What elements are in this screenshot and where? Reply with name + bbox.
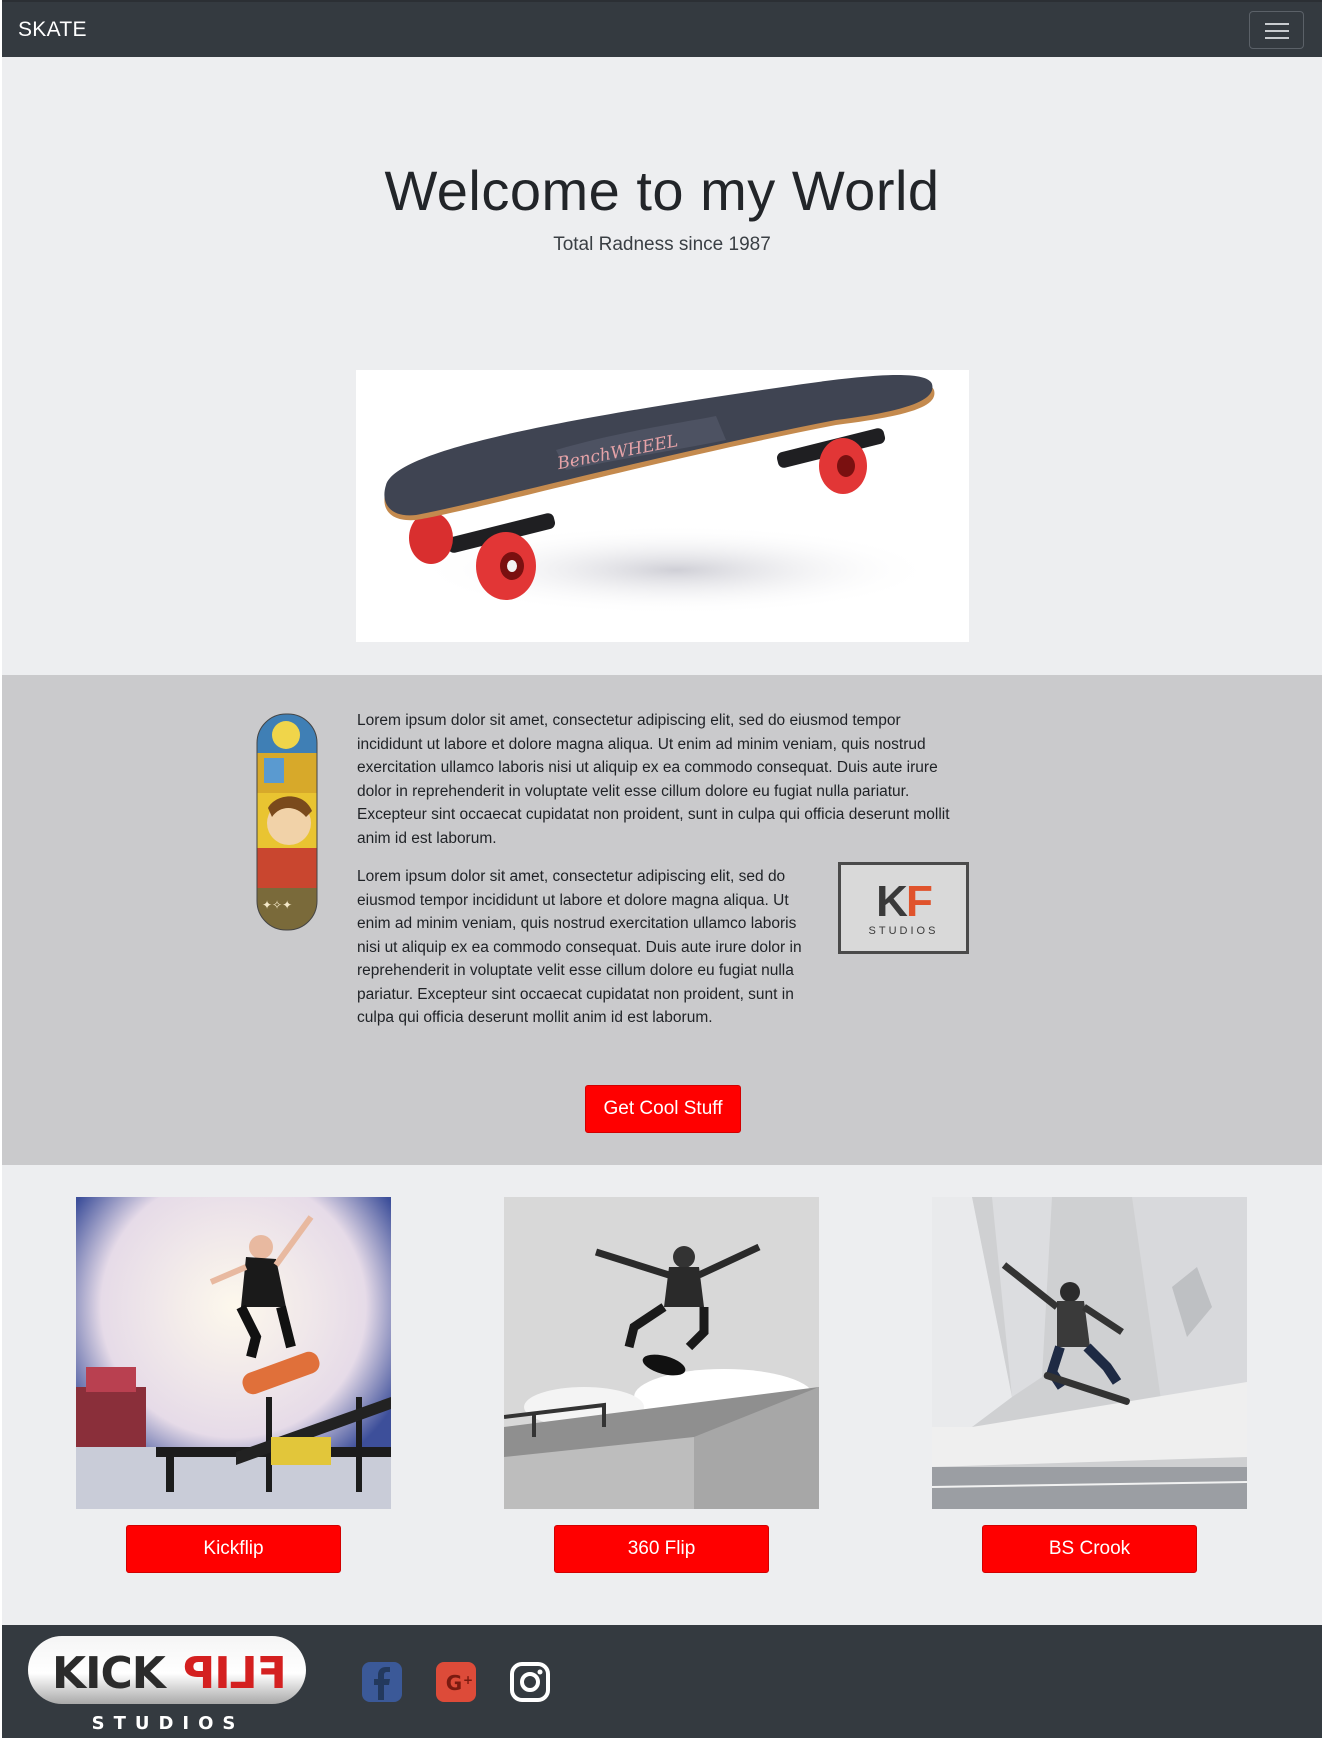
kf-logo-f: F <box>905 877 933 926</box>
logo-studios-text: STUDIOS <box>92 1713 245 1734</box>
footer: KICK FLIP STUDIOS G + <box>2 1625 1322 1738</box>
facebook-icon[interactable] <box>360 1660 404 1704</box>
logo-flip-text: FLIP <box>184 1648 287 1699</box>
get-cool-stuff-button[interactable]: Get Cool Stuff <box>585 1085 741 1133</box>
hamburger-menu-icon[interactable] <box>1249 11 1304 49</box>
about-section: ✦✧✦ Lorem ipsum dolor sit amet, consecte… <box>2 675 1322 1165</box>
kf-logo-studios: STUDIOS <box>868 925 939 937</box>
hero-title: Welcome to my World <box>384 159 940 222</box>
kf-studios-logo: KF STUDIOS <box>838 862 969 954</box>
hero-subtitle: Total Radness since 1987 <box>553 234 771 255</box>
graffiti-skateboard-deck-image: ✦✧✦ <box>256 713 318 931</box>
svg-text:✦✧✦: ✦✧✦ <box>262 898 292 912</box>
google-plus-icon[interactable]: G + <box>434 1660 478 1704</box>
longboard-product-image: BenchWHEEL <box>356 370 969 642</box>
logo-kick-text: KICK <box>52 1648 168 1699</box>
trick-button-bs-crook[interactable]: BS Crook <box>982 1525 1197 1573</box>
menu-bar <box>1265 30 1289 32</box>
bs-crook-photo <box>932 1197 1247 1509</box>
menu-bar <box>1265 37 1289 39</box>
brand-link[interactable]: SKATE <box>18 18 87 42</box>
svg-text:+: + <box>463 1673 473 1687</box>
kf-logo-k: K <box>876 877 908 926</box>
about-paragraph-2: Lorem ipsum dolor sit amet, consectetur … <box>357 868 802 1026</box>
svg-text:G: G <box>446 1671 462 1695</box>
trick-button-360-flip[interactable]: 360 Flip <box>554 1525 769 1573</box>
instagram-icon[interactable] <box>508 1660 552 1704</box>
about-paragraph-1: Lorem ipsum dolor sit amet, consectetur … <box>357 712 950 847</box>
kickflip-studios-logo: KICK FLIP STUDIOS <box>26 1634 310 1734</box>
menu-bar <box>1265 23 1289 25</box>
trick-button-kickflip[interactable]: Kickflip <box>126 1525 341 1573</box>
360-flip-photo <box>504 1197 819 1509</box>
navbar: SKATE <box>2 0 1322 57</box>
kf-logo-letters: KF <box>841 877 966 927</box>
kickflip-photo <box>76 1197 391 1509</box>
page: SKATE Welcome to my World Total Radness … <box>2 0 1322 1738</box>
